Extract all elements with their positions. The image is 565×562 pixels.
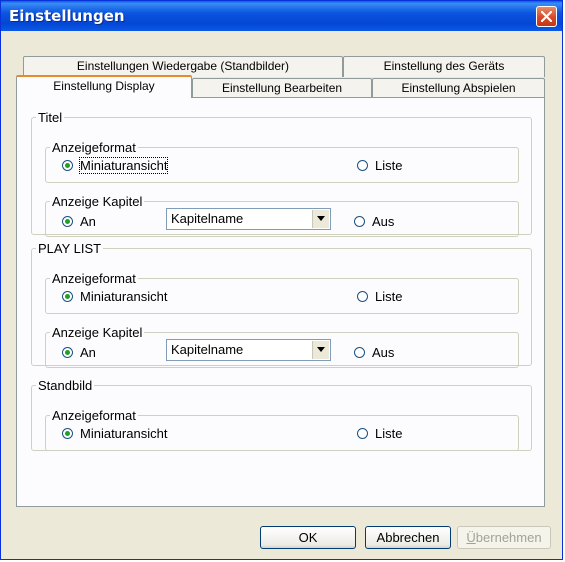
dropdown-button[interactable] — [312, 341, 329, 359]
titel-label: Titel — [38, 110, 63, 125]
radio-checked-icon — [62, 347, 73, 358]
radio-checked-icon — [62, 291, 73, 302]
apply-button[interactable]: Übernehmen — [457, 526, 551, 549]
playlist-chapter-label: Anzeige Kapitel — [52, 325, 143, 340]
playlist-group: PLAY LIST Anzeigeformat Miniaturansicht … — [31, 241, 532, 368]
titel-chapter-select[interactable]: Kapitelname — [166, 208, 331, 230]
playlist-chapter-select[interactable]: Kapitelname — [166, 339, 331, 361]
radio-checked-icon — [62, 216, 73, 227]
titel-radio-an[interactable]: An — [62, 214, 96, 229]
radio-unchecked-icon — [357, 291, 368, 302]
titel-format-label: Anzeigeformat — [52, 140, 136, 155]
tab-wiedergabe-standbilder[interactable]: Einstellungen Wiedergabe (Standbilder) — [23, 56, 343, 77]
radio-checked-icon — [62, 428, 73, 439]
window-title: Einstellungen — [9, 7, 125, 25]
close-button[interactable] — [536, 6, 557, 27]
standbild-radio-miniaturansicht[interactable]: Miniaturansicht — [62, 426, 167, 441]
cancel-button[interactable]: Abbrechen — [365, 526, 451, 549]
titel-radio-liste[interactable]: Liste — [357, 158, 402, 173]
playlist-radio-an[interactable]: An — [62, 345, 96, 360]
radio-unchecked-icon — [354, 347, 365, 358]
radio-unchecked-icon — [357, 428, 368, 439]
tab-display[interactable]: Einstellung Display — [16, 75, 192, 98]
playlist-chapter-group: Anzeige Kapitel An Kapitelname Aus — [45, 326, 519, 368]
ok-button[interactable]: OK — [260, 526, 356, 549]
tab-geraet[interactable]: Einstellung des Geräts — [343, 56, 545, 77]
standbild-label: Standbild — [38, 378, 93, 393]
display-tab-panel: Titel Anzeigeformat Miniaturansicht List… — [16, 97, 545, 507]
titel-chapter-group: Anzeige Kapitel An Kapitelname Aus — [45, 195, 519, 237]
playlist-format-label: Anzeigeformat — [52, 271, 136, 286]
titel-radio-aus[interactable]: Aus — [354, 214, 394, 229]
tab-abspielen[interactable]: Einstellung Abspielen — [372, 78, 545, 99]
playlist-radio-liste[interactable]: Liste — [357, 289, 402, 304]
titel-group: Titel Anzeigeformat Miniaturansicht List… — [31, 110, 532, 237]
titel-format-group: Anzeigeformat Miniaturansicht Liste — [45, 141, 519, 183]
radio-checked-icon — [62, 160, 73, 171]
standbild-format-group: Anzeigeformat Miniaturansicht Liste — [45, 409, 519, 451]
standbild-radio-liste[interactable]: Liste — [357, 426, 402, 441]
close-icon — [541, 11, 552, 22]
chevron-down-icon — [317, 216, 325, 221]
playlist-label: PLAY LIST — [38, 241, 102, 256]
tab-bearbeiten[interactable]: Einstellung Bearbeiten — [192, 78, 372, 99]
chevron-down-icon — [317, 347, 325, 352]
title-bar[interactable]: Einstellungen — [1, 1, 562, 31]
radio-unchecked-icon — [357, 160, 368, 171]
playlist-radio-aus[interactable]: Aus — [354, 345, 394, 360]
radio-unchecked-icon — [354, 216, 365, 227]
standbild-group: Standbild Anzeigeformat Miniaturansicht … — [31, 379, 532, 451]
titel-radio-miniaturansicht[interactable]: Miniaturansicht — [62, 157, 169, 174]
dropdown-button[interactable] — [312, 210, 329, 228]
playlist-format-group: Anzeigeformat Miniaturansicht Liste — [45, 272, 519, 314]
titel-chapter-label: Anzeige Kapitel — [52, 194, 143, 209]
settings-dialog: Einstellungen Einstellungen Wiedergabe (… — [0, 0, 563, 560]
playlist-radio-miniaturansicht[interactable]: Miniaturansicht — [62, 289, 167, 304]
standbild-format-label: Anzeigeformat — [52, 408, 136, 423]
